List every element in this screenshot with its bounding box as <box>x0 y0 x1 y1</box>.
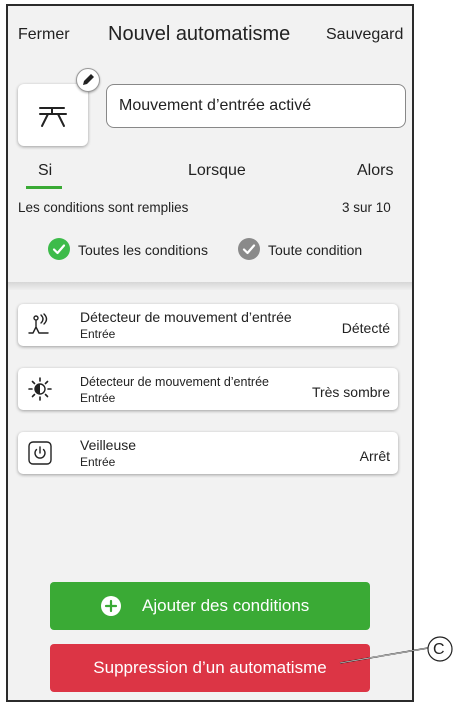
radio-any-condition[interactable] <box>238 238 260 260</box>
check-icon <box>52 244 66 255</box>
add-conditions-button[interactable]: Ajouter des conditions <box>50 582 370 630</box>
tab-lorsque[interactable]: Lorsque <box>188 162 246 180</box>
condition-card-brightness[interactable]: Détecteur de mouvement d’entrée Entrée T… <box>18 368 398 410</box>
condition-mode-selector: Toutes les conditions Toute condition <box>8 236 412 264</box>
add-conditions-label: Ajouter des conditions <box>142 596 310 615</box>
plus-circle-icon <box>101 596 121 616</box>
conditions-label: Les conditions sont remplies <box>18 200 189 215</box>
condition-value: Très sombre <box>311 384 390 400</box>
power-icon <box>28 441 52 465</box>
header: Fermer Nouvel automatisme Sauvegard <box>8 6 412 62</box>
active-tab-indicator <box>26 186 62 189</box>
edit-icon-button[interactable] <box>76 68 100 92</box>
conditions-count: 3 sur 10 <box>342 200 391 215</box>
condition-subtitle: Entrée <box>80 327 116 341</box>
check-icon <box>242 244 256 255</box>
radio-all-conditions[interactable] <box>48 238 70 260</box>
tab-bar: Si Lorsque Alors <box>8 156 412 192</box>
radio-any-label[interactable]: Toute condition <box>268 242 362 258</box>
save-button[interactable]: Sauvegard <box>326 26 403 44</box>
condition-title: Détecteur de mouvement d’entrée <box>80 375 269 389</box>
close-button[interactable]: Fermer <box>18 26 70 44</box>
page-title: Nouvel automatisme <box>108 23 291 45</box>
delete-automation-button[interactable]: Suppression d’un automatisme <box>50 644 370 692</box>
tab-alors[interactable]: Alors <box>357 162 393 180</box>
condition-subtitle: Entrée <box>80 455 116 469</box>
pencil-icon <box>83 74 94 85</box>
automation-name-field[interactable]: Mouvement d’entrée activé <box>106 84 406 128</box>
condition-value: Arrêt <box>359 448 390 464</box>
automation-icon-button[interactable] <box>18 84 88 146</box>
condition-subtitle: Entrée <box>80 391 116 405</box>
automation-icon <box>39 107 67 127</box>
condition-title: Veilleuse <box>80 437 137 453</box>
condition-card-motion[interactable]: Détecteur de mouvement d’entrée Entrée D… <box>18 304 398 346</box>
condition-value: Détecté <box>341 320 390 336</box>
callout-label: C <box>433 641 445 658</box>
brightness-icon <box>28 377 52 401</box>
condition-title: Détecteur de mouvement d’entrée <box>80 309 292 325</box>
tab-si[interactable]: Si <box>38 162 52 180</box>
radio-all-label[interactable]: Toutes les conditions <box>78 242 208 258</box>
condition-card-nightlight[interactable]: Veilleuse Entrée Arrêt <box>18 432 398 474</box>
phone-screen: Fermer Nouvel automatisme Sauvegard Mouv… <box>6 4 414 702</box>
section-divider <box>8 282 412 290</box>
motion-sensor-icon <box>28 313 49 334</box>
